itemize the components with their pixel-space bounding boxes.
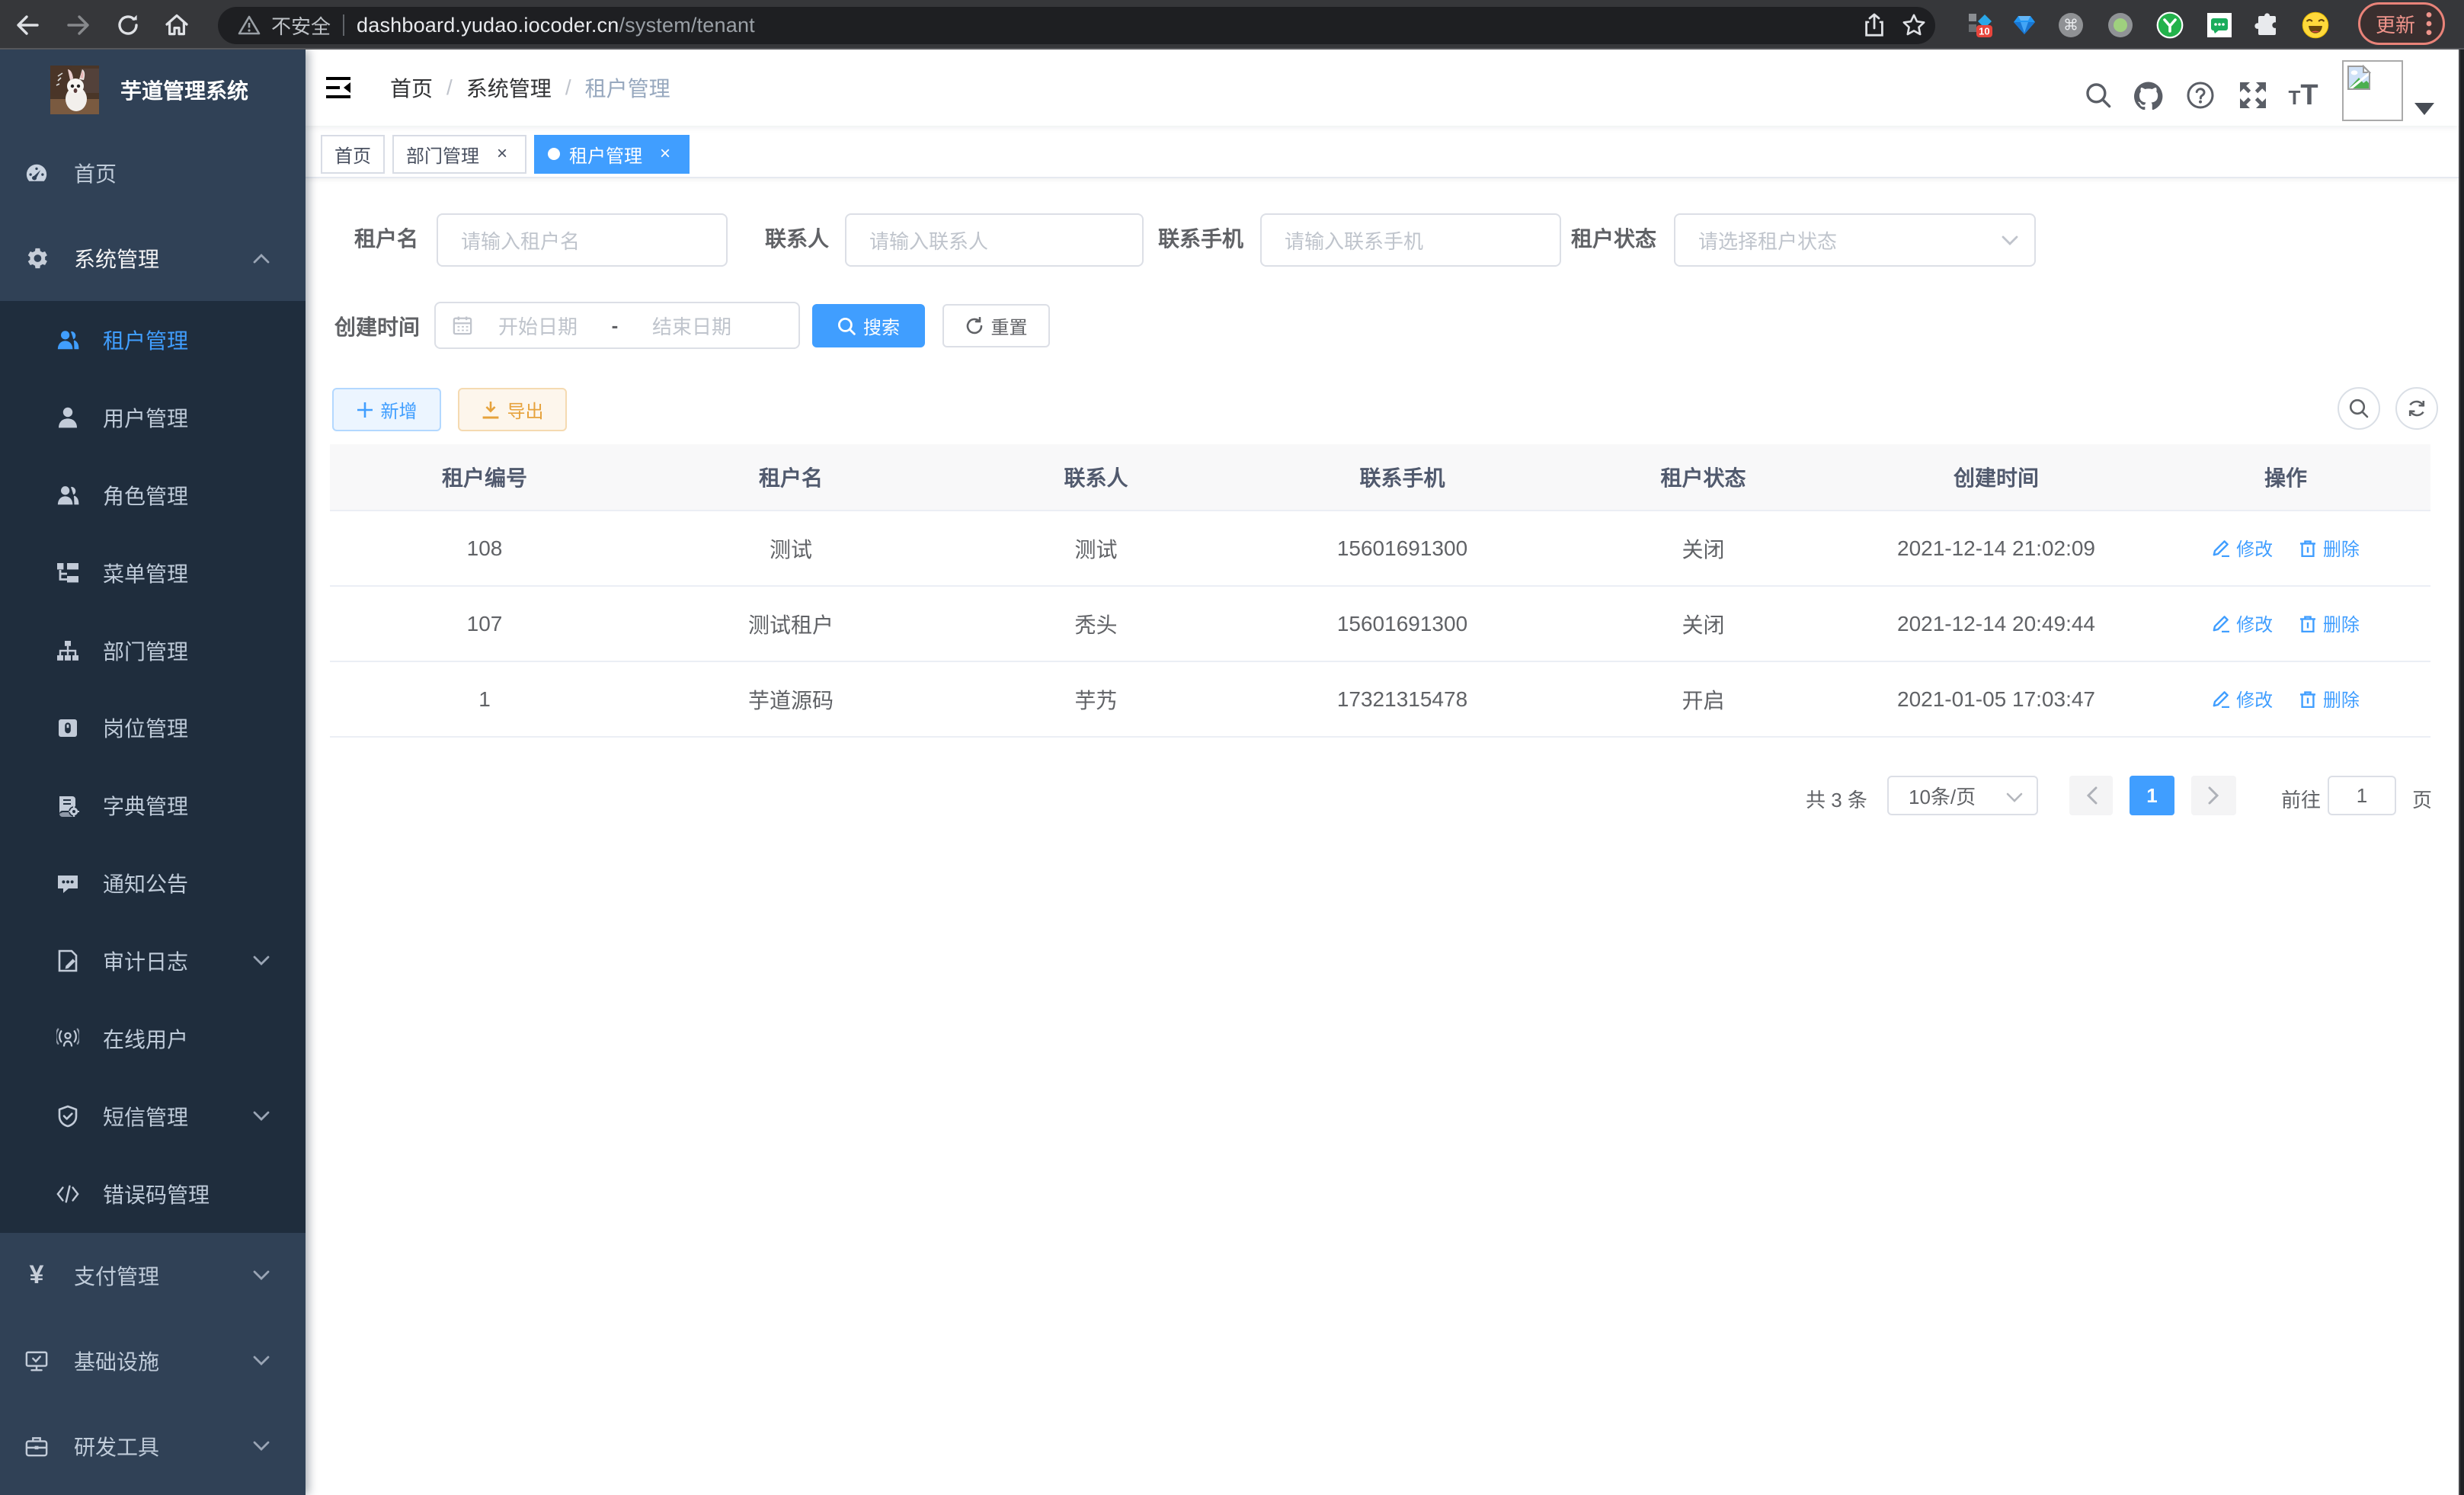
- svg-text:⌘: ⌘: [2063, 17, 2078, 34]
- svg-text:10: 10: [1979, 25, 1989, 37]
